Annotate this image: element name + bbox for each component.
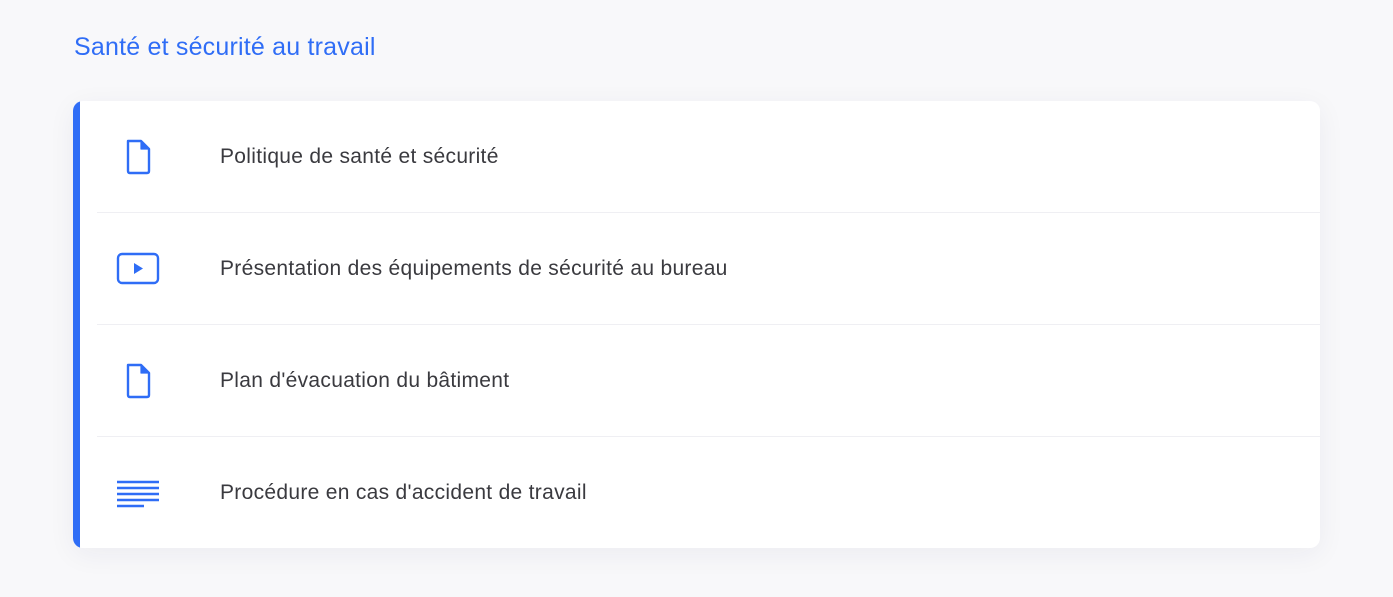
list-item-label: Politique de santé et sécurité [220, 144, 499, 168]
list-item-health-safety-policy[interactable]: Politique de santé et sécurité [80, 101, 1320, 212]
text-lines-icon [116, 471, 160, 515]
list-item-work-accident-procedure[interactable]: Procédure en cas d'accident de travail [80, 437, 1320, 548]
document-icon [116, 359, 160, 403]
resource-list-card: Politique de santé et sécurité Présentat… [73, 101, 1320, 548]
list-item-label: Plan d'évacuation du bâtiment [220, 368, 510, 392]
video-play-icon [116, 247, 160, 291]
list-item-evacuation-plan[interactable]: Plan d'évacuation du bâtiment [80, 325, 1320, 436]
section-title: Santé et sécurité au travail [74, 33, 376, 61]
list-item-label: Présentation des équipements de sécurité… [220, 256, 728, 280]
list-item-label: Procédure en cas d'accident de travail [220, 480, 587, 504]
card-accent-bar [73, 101, 80, 548]
document-icon [116, 135, 160, 179]
list-item-safety-equipment-presentation[interactable]: Présentation des équipements de sécurité… [80, 213, 1320, 324]
